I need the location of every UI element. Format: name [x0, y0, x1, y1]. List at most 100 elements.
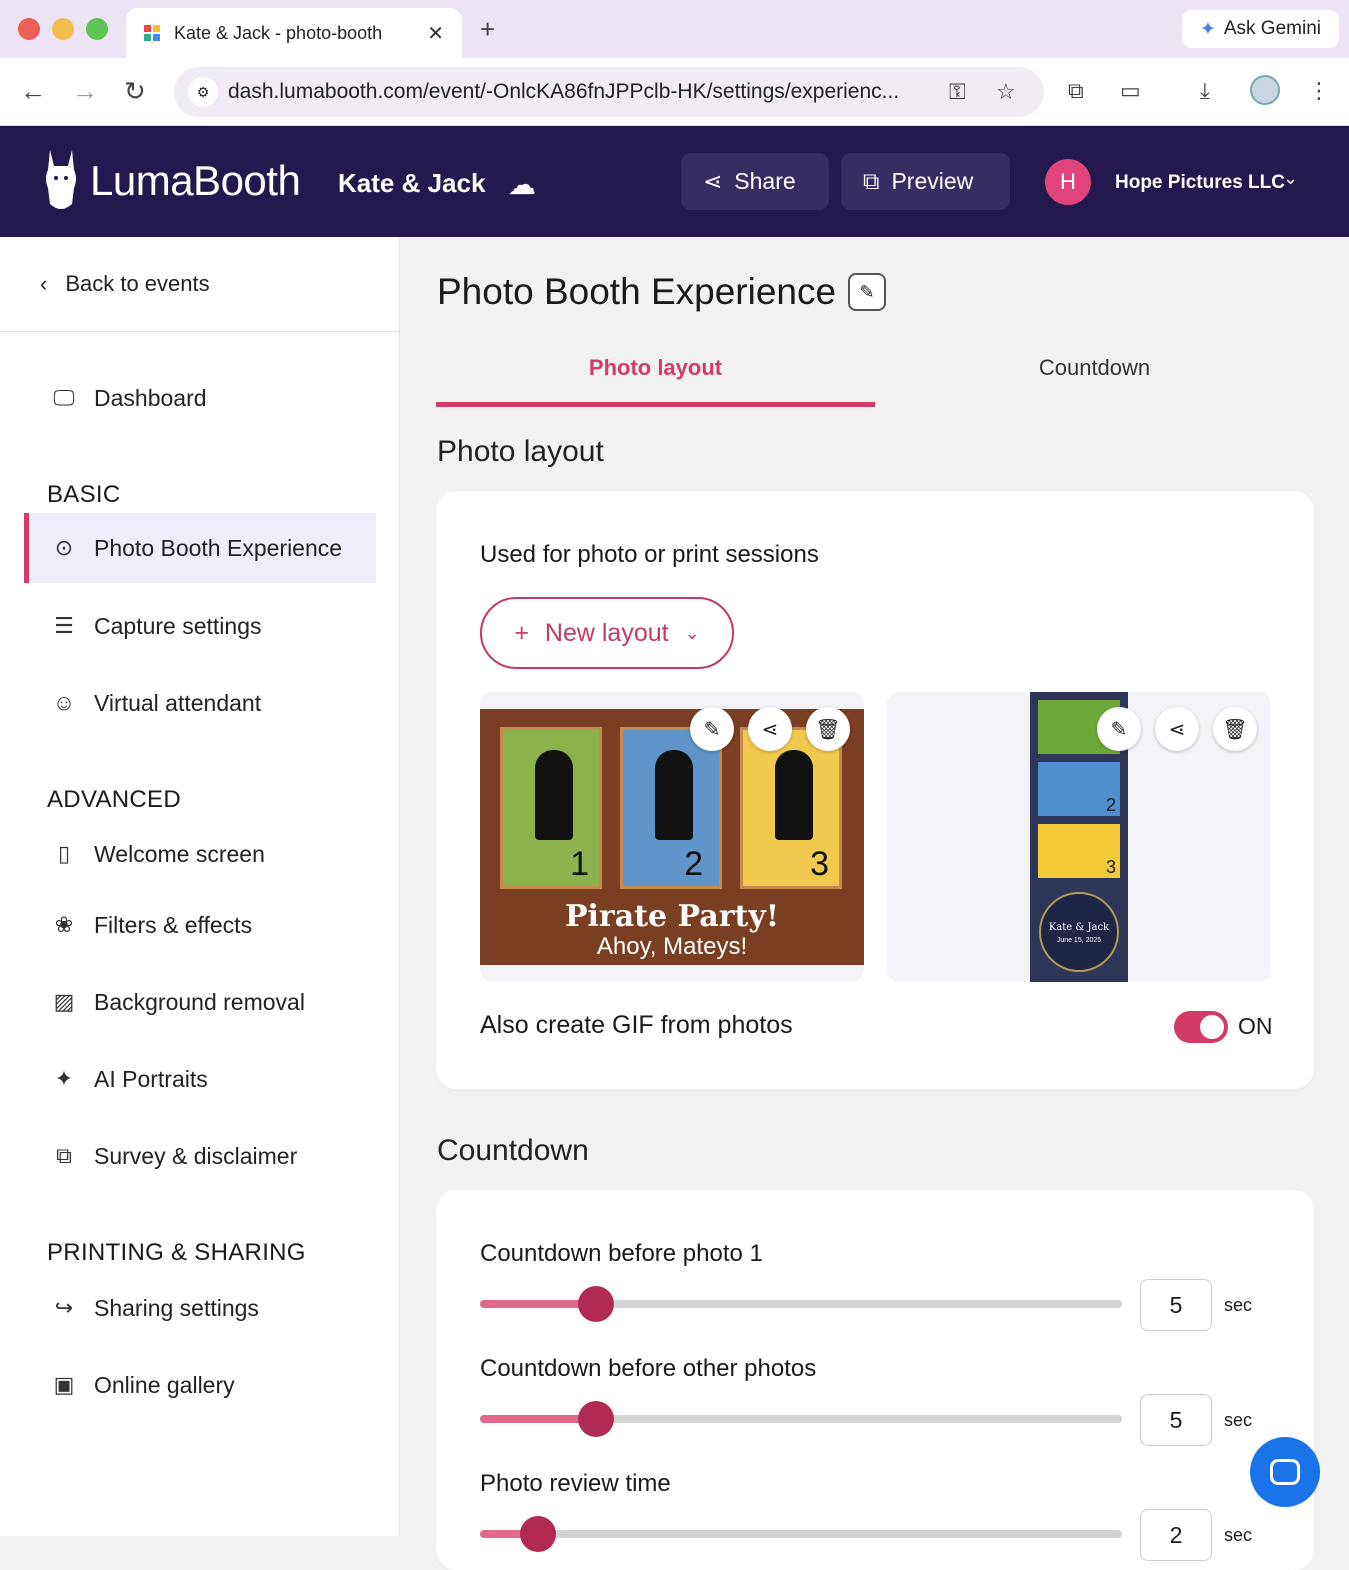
app-header: LumaBooth Kate & Jack ☁ ⋖ Share ⧉ Previe… — [0, 126, 1349, 237]
ask-gemini-label: Ask Gemini — [1223, 18, 1321, 39]
trash-icon[interactable]: 🗑 — [806, 707, 850, 751]
edit-title-icon[interactable]: ✎ — [848, 273, 887, 311]
monogram-badge: Kate & Jack June 15, 2025 — [1039, 892, 1119, 972]
share-icon[interactable]: ⋖ — [748, 707, 792, 751]
maximize-window-button[interactable] — [86, 18, 108, 40]
browser-toolbar: ← → ↻ ⚙ dash.lumabooth.com/event/-OnlcKA… — [0, 58, 1349, 126]
edit-pencil-icon[interactable]: ✎ — [1097, 707, 1141, 751]
org-name[interactable]: Hope Pictures LLC — [1115, 172, 1285, 194]
event-name: Kate & Jack — [338, 168, 486, 198]
photo-layout-card: Used for photo or print sessions + New l… — [436, 491, 1314, 1089]
unit-label: sec — [1224, 1295, 1253, 1315]
layout-thumbnail-pirate[interactable]: 1 2 3 Pirate Party! Ahoy, Mateys! ✎ ⋖ 🗑 — [480, 692, 864, 982]
new-layout-button[interactable]: + New layout ⌄ — [480, 597, 734, 669]
photo-slot: 1 — [500, 727, 602, 889]
photo-layout-subtitle: Used for photo or print sessions — [480, 541, 819, 568]
cast-icon[interactable]: ▭ — [1120, 78, 1141, 104]
sidebar-item-label: Photo Booth Experience — [94, 534, 343, 561]
org-avatar[interactable]: H — [1045, 159, 1091, 205]
pirate-layout-image: 1 2 3 Pirate Party! Ahoy, Mateys! — [480, 709, 864, 965]
ask-gemini-button[interactable]: ✦ Ask Gemini — [1181, 10, 1339, 48]
chevron-down-icon[interactable]: ⌄ — [1283, 168, 1298, 189]
sidebar-item-survey-disclaimer[interactable]: ⧉ Survey & disclaimer — [24, 1121, 376, 1191]
address-bar[interactable]: ⚙ dash.lumabooth.com/event/-OnlcKA86fnJP… — [174, 67, 1044, 117]
countdown-other-slider[interactable] — [480, 1401, 1122, 1437]
chat-icon — [1270, 1459, 1300, 1485]
sidebar-item-label: Online gallery — [94, 1371, 235, 1398]
layout-thumbnail-strip[interactable]: 2 3 Kate & Jack June 15, 2025 ✎ ⋖ 🗑 — [887, 692, 1271, 982]
share-button[interactable]: ⋖ Share — [681, 153, 829, 210]
slider-handle[interactable] — [577, 1286, 614, 1322]
sidebar-item-sharing-settings[interactable]: ↪ Sharing settings — [24, 1273, 376, 1343]
circles-icon: ❀ — [54, 912, 74, 937]
stripes-icon: ▨ — [53, 989, 75, 1014]
page-title: Photo Booth Experience — [437, 271, 837, 312]
sidebar-item-photo-booth-experience[interactable]: ⊙ Photo Booth Experience — [24, 513, 376, 583]
download-icon[interactable]: ⤓ — [1200, 78, 1210, 104]
tab-countdown[interactable]: Countdown — [875, 355, 1314, 381]
countdown-photo1-slider[interactable] — [480, 1286, 1122, 1322]
back-to-events-link[interactable]: ‹ Back to events — [40, 271, 210, 297]
edit-pencil-icon[interactable]: ✎ — [690, 707, 734, 751]
photo-slot: 2 — [1038, 762, 1120, 816]
sliders-icon: ☰ — [54, 613, 74, 638]
menu-dots-icon[interactable]: ⋮ — [1308, 78, 1330, 104]
gif-toggle[interactable] — [1174, 1011, 1228, 1043]
countdown-card: Countdown before photo 1 5 sec Countdown… — [436, 1190, 1314, 1570]
key-icon[interactable]: ⚿ — [949, 79, 966, 105]
gif-toggle-state: ON — [1238, 1013, 1273, 1039]
camera-gear-icon: ⊙ — [54, 535, 74, 560]
reload-icon[interactable]: ↻ — [124, 76, 146, 107]
forward-arrow-icon[interactable]: → — [72, 76, 98, 107]
preview-button[interactable]: ⧉ Preview — [841, 153, 1010, 210]
sidebar: ‹ Back to events 🖵 Dashboard BASIC ⊙ Pho… — [0, 237, 400, 1536]
monitor-icon: 🖵 — [53, 385, 75, 410]
slider-handle[interactable] — [577, 1401, 614, 1437]
sidebar-item-background-removal[interactable]: ▨ Background removal — [24, 967, 376, 1037]
plus-icon: + — [514, 618, 529, 647]
back-arrow-icon[interactable]: ← — [20, 76, 46, 107]
lens-icon[interactable]: ⧉ — [1068, 78, 1084, 104]
new-tab-icon[interactable]: + — [480, 14, 495, 45]
sidebar-item-label: Dashboard — [94, 384, 207, 411]
sidebar-item-online-gallery[interactable]: ▣ Online gallery — [24, 1350, 376, 1420]
chat-launcher-button[interactable] — [1250, 1437, 1320, 1507]
lumabooth-logo[interactable]: LumaBooth — [42, 148, 301, 214]
llama-icon — [46, 150, 76, 209]
site-info-icon[interactable]: ⚙ — [188, 77, 218, 107]
tab-bar: Photo layout Countdown — [436, 347, 1314, 409]
slider-label: Photo review time — [480, 1470, 671, 1497]
profile-avatar[interactable] — [1250, 75, 1280, 105]
close-tab-icon[interactable]: ✕ — [427, 21, 444, 46]
section-basic: BASIC — [47, 481, 121, 508]
close-window-button[interactable] — [18, 18, 40, 40]
bookmark-star-icon[interactable]: ☆ — [996, 79, 1016, 105]
slider-label: Countdown before photo 1 — [480, 1240, 763, 1267]
sidebar-item-capture-settings[interactable]: ☰ Capture settings — [24, 591, 376, 661]
countdown-other-input[interactable]: 5 — [1140, 1394, 1212, 1446]
survey-icon: ⧉ — [56, 1143, 72, 1168]
active-tab-indicator — [436, 402, 875, 407]
sidebar-item-filters-effects[interactable]: ❀ Filters & effects — [24, 890, 376, 960]
share-icon: ⋖ — [703, 168, 723, 194]
countdown-photo1-input[interactable]: 5 — [1140, 1279, 1212, 1331]
review-time-slider[interactable] — [480, 1516, 1122, 1552]
gallery-icon: ▣ — [53, 1372, 75, 1397]
sidebar-item-welcome-screen[interactable]: ▯ Welcome screen — [24, 819, 376, 889]
sidebar-item-dashboard[interactable]: 🖵 Dashboard — [24, 363, 376, 433]
minimize-window-button[interactable] — [52, 18, 74, 40]
sidebar-item-ai-portraits[interactable]: ✦ AI Portraits — [24, 1044, 376, 1114]
trash-icon[interactable]: 🗑 — [1213, 707, 1257, 751]
tab-photo-layout[interactable]: Photo layout — [436, 355, 875, 381]
sidebar-divider — [0, 331, 400, 332]
review-time-input[interactable]: 2 — [1140, 1509, 1212, 1561]
browser-tab[interactable]: Kate & Jack - photo-booth ✕ — [126, 8, 462, 58]
share-arrow-icon: ↪ — [54, 1295, 74, 1320]
cloud-sync-icon[interactable]: ☁ — [508, 168, 536, 201]
chevron-left-icon: ‹ — [40, 271, 48, 296]
sparkles-icon: ✦ — [54, 1066, 74, 1091]
sidebar-item-virtual-attendant[interactable]: ☺ Virtual attendant — [24, 668, 376, 738]
slider-handle[interactable] — [519, 1516, 556, 1552]
tablet-icon: ▯ — [57, 841, 71, 866]
share-icon[interactable]: ⋖ — [1155, 707, 1199, 751]
